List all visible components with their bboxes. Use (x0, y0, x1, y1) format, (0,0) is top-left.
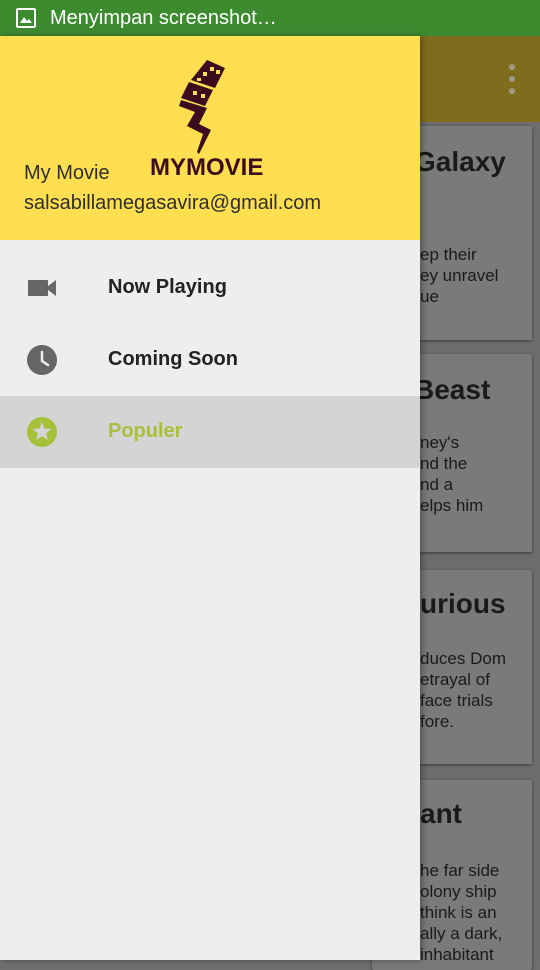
menu-item-now-playing[interactable]: Now Playing (0, 252, 420, 324)
menu-item-coming-soon[interactable]: Coming Soon (0, 324, 420, 396)
user-name: My Movie (24, 162, 110, 184)
movie-description: ney's nd the nd a elps him (420, 433, 484, 515)
overflow-menu-icon[interactable] (508, 64, 516, 94)
navigation-drawer: MYMOVIE My Movie salsabillamegasavira@gm… (0, 36, 420, 960)
film-logo-icon (179, 60, 225, 154)
movie-title: Beast (414, 374, 491, 405)
movie-title: Galaxy (414, 146, 506, 177)
menu-item-label: Populer (108, 420, 183, 442)
menu-item-label: Coming Soon (108, 348, 238, 370)
movie-title: urious (420, 588, 506, 619)
movie-title: ant (420, 798, 462, 829)
user-email: salsabillamegasavira@gmail.com (24, 192, 322, 214)
app-logo: MYMOVIE (150, 58, 268, 184)
status-text: Menyimpan screenshot… (50, 6, 277, 29)
movie-description: he far side olony ship think is an ally … (420, 861, 503, 964)
movie-description: duces Dom etrayal of face trials fore. (420, 649, 506, 731)
drawer-header: MYMOVIE My Movie salsabillamegasavira@gm… (0, 36, 420, 240)
clock-icon (27, 345, 57, 375)
logo-text: MYMOVIE (150, 154, 264, 181)
status-bar: Menyimpan screenshot… (0, 0, 540, 36)
videocam-icon (28, 280, 56, 296)
drawer-menu: Now Playing Coming Soon Populer (0, 252, 420, 468)
movie-description: ep their ey unravel ue (420, 245, 499, 306)
menu-item-label: Now Playing (108, 276, 227, 298)
image-icon (16, 8, 36, 28)
star-icon (27, 417, 57, 447)
menu-item-populer[interactable]: Populer (0, 396, 420, 468)
